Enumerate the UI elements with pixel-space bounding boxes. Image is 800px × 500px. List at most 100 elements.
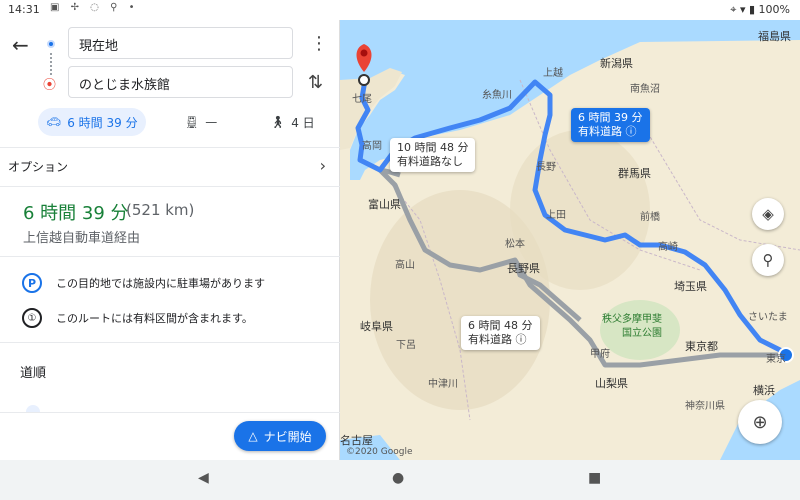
destination-field[interactable]: のとじま水族館 (68, 66, 293, 98)
callout-duration: 10 時間 48 分 (397, 141, 469, 154)
steps-title[interactable]: 道順 (20, 362, 46, 381)
more-options-icon[interactable]: ⋮ (310, 33, 328, 54)
map-label: 横浜 (753, 384, 775, 397)
map-label: 群馬県 (618, 167, 651, 180)
home-nav-icon[interactable]: ● (392, 470, 404, 486)
walk-icon: 🚶︎ (270, 115, 286, 129)
map-label: 七尾 (352, 94, 372, 105)
map-canvas (340, 20, 800, 460)
map-label: 高山 (395, 260, 415, 271)
map-label: 南魚沼 (630, 84, 660, 95)
map-label: 下呂 (396, 340, 416, 351)
destination-pin-icon: ⦿ (43, 78, 57, 93)
map-label: 山梨県 (595, 377, 628, 390)
route-callout-no-toll[interactable]: 10 時間 48 分 有料道路なし (390, 138, 476, 172)
destination-marker (358, 74, 370, 86)
divider (0, 342, 340, 343)
map-label: 甲府 (590, 349, 610, 360)
parking-note-text: この目的地では施設内に駐車場があります (56, 277, 265, 290)
map-label: 高崎 (658, 242, 678, 253)
battery-level: 100% (758, 3, 790, 16)
my-location-button[interactable]: ⊕ (738, 400, 782, 444)
navigation-arrow-icon: △ (248, 429, 258, 443)
directions-panel: ← ⦿ 現在地 のとじま水族館 ⋮ ⇅ 🚗︎ 6 時間 39 分 🚆︎ — 🚶︎… (0, 20, 340, 460)
toll-note: ① このルートには有料区間が含まれます。 (22, 307, 332, 329)
callout-toll: 有料道路 ⓘ (468, 333, 527, 346)
route-connector (50, 53, 52, 75)
screen: 14:31 ▣ ✢ ◌ ⚲ • ⌖ ▾ ▮ 100% ← ⦿ 現在地 のとじま水… (0, 0, 800, 500)
recents-nav-icon[interactable]: ■ (588, 470, 601, 486)
mode-car[interactable]: 🚗︎ 6 時間 39 分 (38, 108, 146, 136)
toll-icon: ① (22, 308, 42, 328)
map-label: 東京 (766, 354, 786, 365)
callout-toll: 有料道路なし (397, 155, 463, 168)
map-label: 新潟県 (600, 57, 633, 70)
options-row[interactable]: オプション › (0, 147, 340, 187)
swap-icon[interactable]: ⇅ (308, 72, 323, 93)
prefecture-border (639, 119, 800, 251)
my-location-icon: ⊕ (752, 411, 768, 433)
travel-mode-tabs: 🚗︎ 6 時間 39 分 🚆︎ — 🚶︎ 4 日 (0, 108, 340, 138)
route-via: 上信越自動車道経由 (23, 231, 141, 246)
start-navigation-label: ナビ開始 (263, 429, 312, 444)
callout-duration: 6 時間 39 分 (578, 111, 643, 124)
route-callout-selected[interactable]: 6 時間 39 分 有料道路 ⓘ (571, 108, 650, 142)
toll-note-text: このルートには有料区間が含まれます。 (56, 312, 253, 325)
map-label: 埼玉県 (674, 280, 707, 293)
mode-walk[interactable]: 🚶︎ 4 日 (262, 108, 323, 136)
map-label: 神奈川県 (685, 401, 725, 412)
map-copyright: ©2020 Google (346, 447, 413, 457)
map-label: 高岡 (362, 141, 382, 152)
map-label: 秩父多摩甲斐 (602, 314, 662, 325)
route-distance: (521 km) (126, 201, 195, 219)
mode-transit-label: — (205, 115, 218, 129)
route-callout-alt[interactable]: 6 時間 48 分 有料道路 ⓘ (461, 316, 540, 350)
map-label: 富山県 (368, 198, 401, 211)
map-label: 福島県 (758, 30, 791, 43)
map-label: 国立公園 (622, 328, 662, 339)
map-label: 前橋 (640, 212, 660, 223)
map-label: 上田 (546, 210, 566, 221)
mode-car-label: 6 時間 39 分 (67, 115, 138, 130)
route-summary[interactable]: 6 時間 39 分 (521 km) 上信越自動車道経由 (0, 187, 340, 277)
parking-icon: P (22, 273, 42, 293)
layers-icon: ◈ (762, 205, 774, 223)
map-label: 岐阜県 (360, 320, 393, 333)
map-label: 中津川 (428, 379, 458, 390)
divider (0, 256, 340, 257)
origin-field[interactable]: 現在地 (68, 27, 293, 59)
layers-button[interactable]: ◈ (752, 198, 784, 230)
map-label: 糸魚川 (482, 90, 512, 101)
search-icon: ⚲ (762, 251, 774, 269)
map-label: 長野 (536, 162, 556, 173)
divider (0, 412, 340, 413)
status-time: 14:31 (8, 3, 40, 16)
callout-duration: 6 時間 48 分 (468, 319, 533, 332)
pin-center (360, 49, 368, 57)
system-nav-bar: ◀ ● ■ (0, 460, 800, 500)
parking-note: P この目的地では施設内に駐車場があります (22, 272, 332, 294)
mode-transit[interactable]: 🚆︎ — (176, 108, 225, 136)
search-button[interactable]: ⚲ (752, 244, 784, 276)
mode-walk-label: 4 日 (291, 115, 315, 130)
back-arrow-icon[interactable]: ← (12, 33, 29, 57)
car-icon: 🚗︎ (46, 115, 62, 129)
route-duration: 6 時間 39 分 (23, 203, 129, 224)
back-nav-icon[interactable]: ◀ (198, 470, 209, 486)
callout-toll: 有料道路 ⓘ (578, 125, 637, 138)
notification-icons: ▣ ✢ ◌ ⚲ • (50, 2, 139, 13)
map-label: 松本 (505, 239, 525, 250)
train-icon: 🚆︎ (184, 115, 200, 129)
map-label: 長野県 (507, 262, 540, 275)
status-bar: 14:31 ▣ ✢ ◌ ⚲ • ⌖ ▾ ▮ 100% (0, 0, 800, 20)
map-label: 東京都 (685, 340, 718, 353)
map-label: 上越 (543, 68, 563, 79)
options-label: オプション (8, 160, 69, 174)
system-icons: ⌖ ▾ ▮ 100% (730, 3, 790, 16)
origin-dot-icon (47, 40, 55, 48)
map-label: さいたま (748, 312, 788, 323)
start-navigation-button[interactable]: △ ナビ開始 (234, 421, 326, 451)
map-view[interactable]: 七尾 糸魚川 上越 新潟県 南魚沼 福島県 高岡 長野 群馬県 富山県 上田 前… (340, 20, 800, 460)
chevron-right-icon: › (319, 156, 326, 175)
map-label: 名古屋 (340, 434, 373, 447)
